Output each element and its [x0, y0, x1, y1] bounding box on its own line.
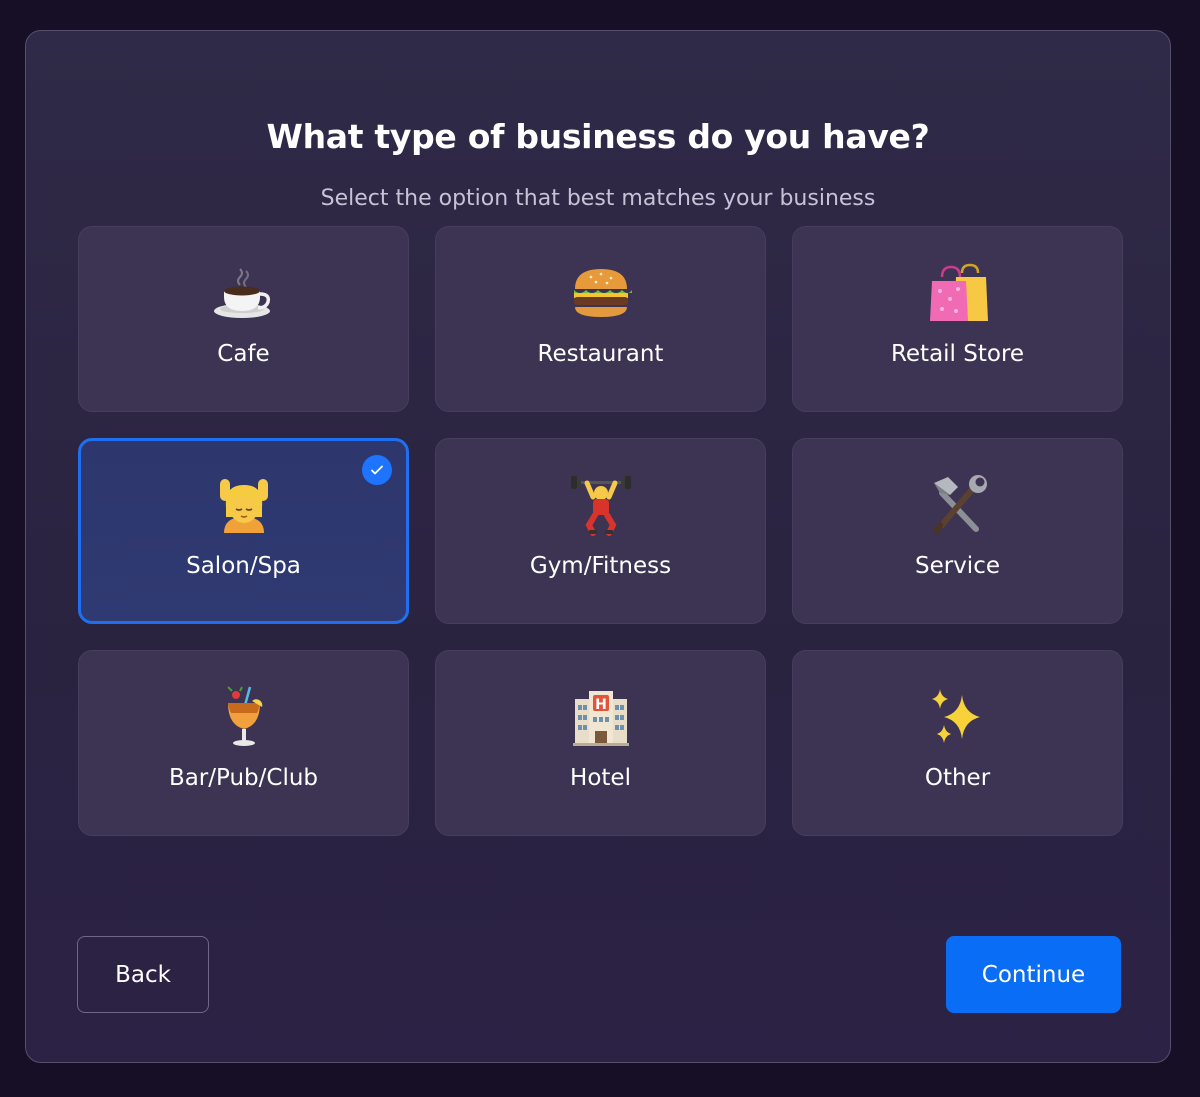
tropical-drink-icon: [79, 685, 408, 749]
option-label: Bar/Pub/Club: [168, 765, 319, 791]
option-label: Retail Store: [890, 341, 1025, 367]
hammer-wrench-icon: [793, 473, 1122, 537]
option-label: Cafe: [217, 341, 270, 367]
business-type-dialog: What type of business do you have? Selec…: [25, 30, 1171, 1063]
hotel-icon: H: [436, 685, 765, 749]
option-label: Hotel: [570, 765, 631, 791]
sparkles-icon: [793, 685, 1122, 749]
coffee-cup-icon: [79, 261, 408, 325]
svg-text:H: H: [595, 697, 607, 713]
option-card-service[interactable]: Service: [792, 438, 1123, 624]
option-label: Service: [914, 553, 1000, 579]
head-massage-icon: [81, 473, 406, 537]
option-card-gym-fitness[interactable]: Gym/Fitness: [435, 438, 766, 624]
business-type-grid: Cafe Restaurant Retail Store Salon/Spa G…: [78, 226, 1123, 836]
continue-button[interactable]: Continue: [946, 936, 1121, 1013]
option-label: Restaurant: [537, 341, 664, 367]
option-label: Salon/Spa: [186, 553, 301, 579]
option-card-salon-spa[interactable]: Salon/Spa: [78, 438, 409, 624]
page-title: What type of business do you have?: [266, 117, 930, 156]
option-card-cafe[interactable]: Cafe: [78, 226, 409, 412]
option-label: Other: [924, 765, 991, 791]
option-card-bar-pub-club[interactable]: Bar/Pub/Club: [78, 650, 409, 836]
option-label: Gym/Fitness: [529, 553, 672, 579]
shopping-bags-icon: [793, 261, 1122, 325]
burger-icon: [436, 261, 765, 325]
option-card-retail-store[interactable]: Retail Store: [792, 226, 1123, 412]
page-subtitle: Select the option that best matches your…: [320, 186, 876, 211]
option-card-other[interactable]: Other: [792, 650, 1123, 836]
option-card-restaurant[interactable]: Restaurant: [435, 226, 766, 412]
option-card-hotel[interactable]: H Hotel: [435, 650, 766, 836]
weightlifter-icon: [436, 473, 765, 537]
back-button[interactable]: Back: [77, 936, 209, 1013]
